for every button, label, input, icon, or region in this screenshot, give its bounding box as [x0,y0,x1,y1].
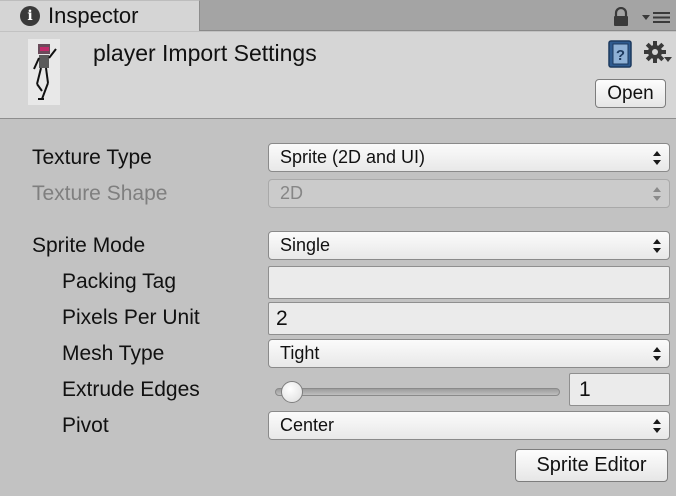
help-book-icon[interactable]: ? [607,40,634,68]
texture-type-dropdown[interactable]: Sprite (2D and UI) [268,143,670,172]
mesh-type-dropdown[interactable]: Tight [268,339,670,368]
packing-tag-input[interactable] [268,266,670,299]
sprite-thumbnail [28,39,60,105]
dropdown-arrows-icon [653,151,661,165]
open-button[interactable]: Open [595,79,666,108]
sprite-mode-value: Single [280,235,331,255]
sprite-mode-label: Sprite Mode [32,234,146,257]
texture-shape-value: 2D [280,183,304,203]
info-icon: i [20,6,40,26]
pivot-label: Pivot [62,414,109,437]
dropdown-arrows-icon [653,187,661,201]
sprite-mode-dropdown[interactable]: Single [268,231,670,260]
extrude-edges-slider-track[interactable] [275,388,560,396]
gear-icon[interactable] [643,40,673,66]
svg-text:?: ? [616,47,625,64]
pivot-value: Center [280,415,335,435]
extrude-edges-input[interactable]: 1 [569,373,670,406]
tab-menu-icon[interactable] [641,9,671,25]
pixels-per-unit-input[interactable]: 2 [268,302,670,335]
texture-type-value: Sprite (2D and UI) [280,147,426,167]
import-settings-header: player Import Settings ? Open [0,32,676,119]
inspector-window: i Inspector player Import Settings ? Ope… [0,0,676,496]
extrude-edges-slider-thumb[interactable] [280,381,303,403]
tab-inspector[interactable]: i Inspector [0,0,200,31]
tab-inspector-label: Inspector [48,3,139,28]
texture-shape-label: Texture Shape [32,182,168,205]
mesh-type-value: Tight [280,343,320,363]
texture-type-label: Texture Type [32,146,152,169]
texture-shape-dropdown: 2D [268,179,670,208]
pivot-dropdown[interactable]: Center [268,411,670,440]
extrude-edges-label: Extrude Edges [62,378,200,401]
sprite-editor-button[interactable]: Sprite Editor [515,449,668,482]
dropdown-arrows-icon [653,347,661,361]
packing-tag-label: Packing Tag [62,270,177,293]
mesh-type-label: Mesh Type [62,342,165,365]
pixels-per-unit-label: Pixels Per Unit [62,306,200,329]
page-title: player Import Settings [93,40,317,66]
tab-strip: i Inspector [0,0,676,31]
dropdown-arrows-icon [653,239,661,253]
lock-icon[interactable] [612,7,630,27]
dropdown-arrows-icon [653,419,661,433]
